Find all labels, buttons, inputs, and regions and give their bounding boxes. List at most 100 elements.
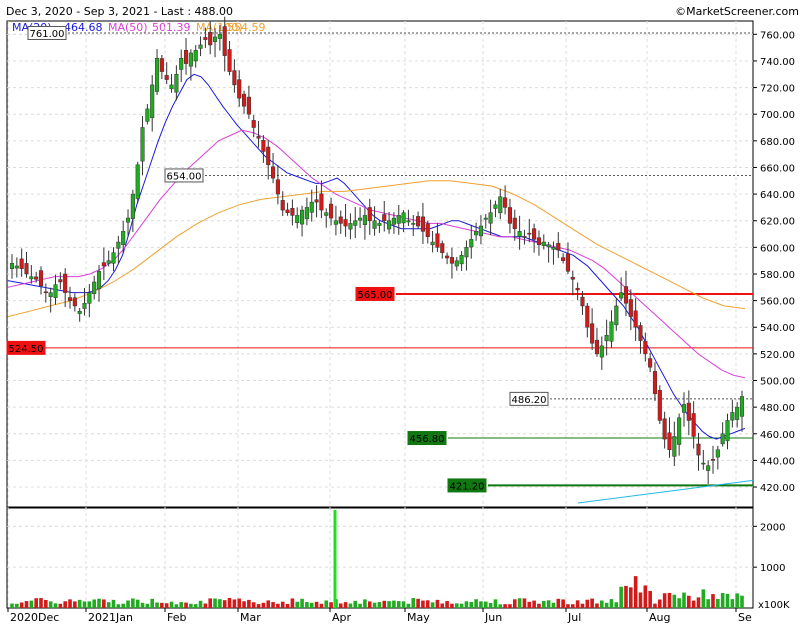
- volume-bar: [488, 603, 493, 608]
- volume-bar: [353, 600, 358, 608]
- volume-bar: [251, 602, 256, 608]
- volume-bar: [474, 599, 478, 608]
- candle-body: [652, 371, 658, 395]
- candle-body: [565, 253, 571, 272]
- candle-body: [532, 228, 537, 240]
- volume-bar: [10, 603, 14, 608]
- candle-body: [111, 252, 116, 264]
- volume-bar: [406, 603, 411, 608]
- candle-body: [285, 209, 290, 213]
- level-label-text: 761.00: [30, 29, 65, 40]
- candle-body: [29, 276, 34, 280]
- volume-spike: [333, 510, 337, 608]
- volume-bar: [169, 601, 174, 608]
- volume-bar: [416, 598, 420, 608]
- volume-bar: [290, 598, 295, 608]
- candle-body: [720, 433, 725, 445]
- candle-body: [599, 345, 604, 358]
- time-tick-label: Aug: [649, 611, 670, 624]
- candle-body: [619, 292, 624, 299]
- volume-bar: [585, 599, 590, 608]
- candle-body: [348, 223, 353, 230]
- candle-body: [585, 305, 590, 328]
- volume-bar: [232, 599, 237, 608]
- volume-bar: [706, 599, 710, 608]
- volume-bar: [430, 602, 435, 608]
- candle-body: [179, 58, 184, 70]
- candle-body: [488, 212, 493, 224]
- date-range-text: Dec 3, 2020 - Sep 3, 2021 - Last : 488.0…: [6, 5, 233, 18]
- candle-body: [9, 263, 15, 269]
- candle-body: [338, 216, 343, 224]
- candle-body: [319, 193, 324, 211]
- candle-body: [164, 75, 169, 80]
- volume-bar: [454, 603, 459, 608]
- candle-body: [324, 212, 329, 216]
- candle-body: [242, 93, 247, 107]
- candle-body: [440, 243, 445, 253]
- candle-body: [512, 217, 517, 229]
- candle-body: [14, 265, 19, 269]
- volume-bar: [445, 601, 449, 608]
- candle-body: [145, 108, 150, 122]
- candle-body: [217, 34, 222, 39]
- volume-bar: [551, 602, 556, 608]
- volume-bars: [10, 576, 744, 608]
- volume-bar: [305, 602, 309, 608]
- volume-bar: [280, 601, 285, 608]
- volume-bar: [561, 599, 565, 608]
- volume-bar: [314, 601, 319, 608]
- candle-body: [425, 223, 430, 237]
- volume-bar: [271, 602, 275, 608]
- volume-tick-label: 1000: [760, 563, 785, 574]
- candle-body: [454, 260, 459, 267]
- candle-body: [362, 215, 367, 225]
- volume-bar: [532, 600, 536, 608]
- volume-bar: [541, 600, 546, 608]
- volume-bar: [425, 600, 430, 608]
- candle-body: [116, 241, 121, 249]
- volume-bar: [106, 602, 111, 608]
- candle-body: [246, 96, 251, 115]
- volume-bar: [92, 599, 96, 608]
- volume-bar: [730, 599, 735, 608]
- source-text: ©MarketScreener.com: [675, 5, 799, 18]
- volume-bar: [198, 600, 203, 608]
- volume-bar: [653, 603, 657, 608]
- volume-bar: [643, 585, 648, 608]
- price-tick-label: 680.00: [760, 137, 795, 148]
- candle-body: [396, 215, 401, 224]
- volume-bar: [735, 593, 739, 608]
- volume-bar: [377, 602, 382, 608]
- volume-bar: [382, 600, 387, 608]
- volume-bar: [329, 602, 333, 608]
- candle-body: [212, 36, 218, 42]
- volume-bar: [363, 599, 367, 608]
- volume-bar: [682, 592, 686, 608]
- volume-bar: [435, 599, 440, 608]
- volume-bar: [261, 602, 266, 608]
- volume-bar: [160, 602, 164, 608]
- candle-body: [507, 207, 512, 224]
- volume-bar: [48, 601, 53, 608]
- legend-ma20-value: 464.68: [64, 21, 103, 34]
- volume-bar: [358, 603, 362, 608]
- volume-axis: 1000 2000: [753, 522, 785, 574]
- volume-bar: [324, 600, 329, 608]
- level-label-text: 421.20: [450, 481, 485, 492]
- candle-body: [681, 404, 687, 413]
- volume-bar: [556, 598, 561, 608]
- volume-bar: [53, 603, 58, 608]
- candle-body: [333, 220, 338, 225]
- candle-body: [691, 413, 696, 437]
- candle-body: [150, 84, 155, 119]
- candle-body: [706, 465, 711, 471]
- candle-body: [275, 179, 280, 195]
- candle-body: [343, 219, 348, 227]
- volume-bar: [614, 602, 619, 608]
- volume-bar: [711, 594, 715, 608]
- volume-bar: [527, 601, 532, 608]
- candle-body: [309, 201, 314, 213]
- candle-body: [710, 459, 716, 461]
- candle-body: [575, 287, 580, 291]
